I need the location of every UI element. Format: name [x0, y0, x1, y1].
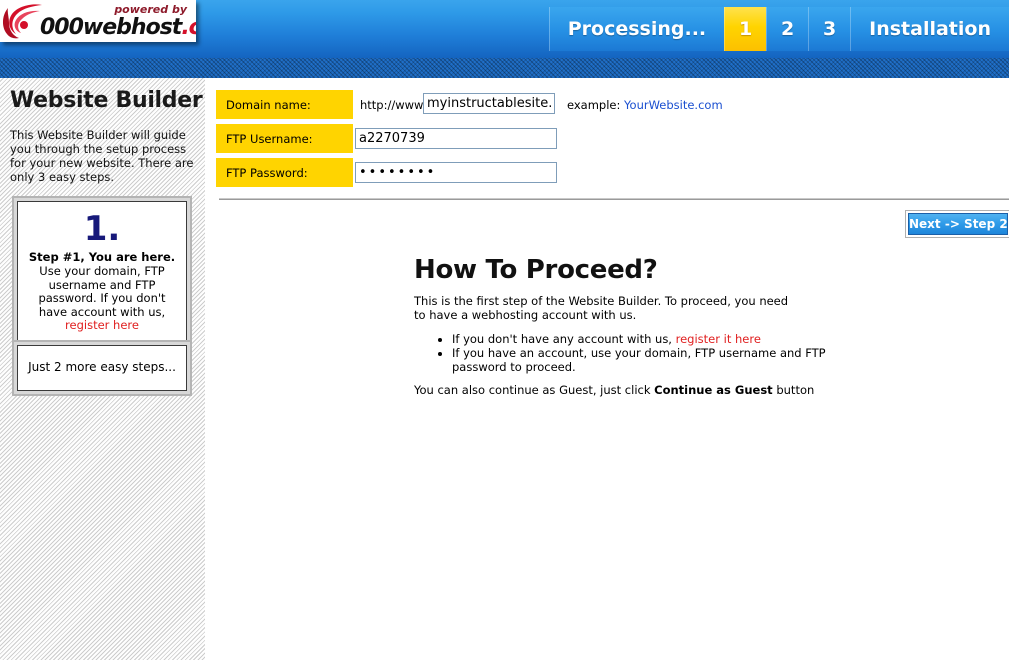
site-logo[interactable]: powered by 000webhost.com: [0, 0, 196, 42]
sidebar-title: Website Builder: [10, 88, 203, 113]
nav-tab-step-1[interactable]: 1: [724, 7, 767, 51]
domain-example-text: example: YourWebsite.com: [567, 98, 723, 112]
step-number: 1.: [83, 209, 121, 249]
nav-tab-processing-label: Processing...: [567, 18, 707, 40]
nav-tab-step-2[interactable]: 2: [766, 7, 809, 51]
domain-name-label: Domain name:: [216, 90, 353, 119]
main-intro-text: This is the first step of the Website Bu…: [414, 294, 789, 322]
domain-example-link[interactable]: YourWebsite.com: [624, 98, 723, 112]
main-outro-before: You can also continue as Guest, just cli…: [414, 383, 655, 397]
nav-tab-installation[interactable]: Installation: [850, 7, 1009, 51]
ftp-password-input[interactable]: [355, 162, 557, 183]
bullet-1-text: If you don't have any account with us,: [452, 332, 676, 346]
nav-tab-step-3-label: 3: [823, 18, 837, 40]
remaining-steps-label: Just 2 more easy steps...: [28, 360, 176, 374]
list-item: If you have an account, use your domain,…: [452, 346, 832, 374]
domain-name-input[interactable]: [423, 93, 555, 114]
register-here-link[interactable]: register here: [65, 318, 139, 332]
logo-brand-text: 000webhost: [40, 15, 182, 40]
logo-brand-tld: .com: [181, 15, 196, 40]
main-outro-after: button: [772, 383, 815, 397]
form-row-domain: Domain name: http://www. example: YourWe…: [216, 90, 723, 119]
nav-tab-step-2-label: 2: [781, 18, 795, 40]
nav-tab-processing[interactable]: Processing...: [548, 7, 725, 51]
register-it-here-link[interactable]: register it here: [676, 332, 761, 346]
sidebar-description: This Website Builder will guide you thro…: [10, 128, 194, 184]
step-heading: Step #1, You are here.: [28, 250, 176, 264]
form-divider: [219, 198, 1009, 200]
main-outro-text: You can also continue as Guest, just cli…: [414, 383, 834, 397]
nav-tab-step-1-label: 1: [739, 18, 753, 40]
list-item: If you don't have any account with us, r…: [452, 332, 832, 346]
header-hatch-band: [0, 58, 1009, 78]
http-prefix-text: http://www.: [360, 98, 427, 112]
main-outro-bold: Continue as Guest: [654, 383, 773, 397]
bullet-2-text: If you have an account, use your domain,…: [452, 346, 826, 374]
next-step-button[interactable]: Next -> Step 2: [908, 213, 1008, 235]
step-body: Use your domain, FTP username and FTP pa…: [24, 264, 180, 333]
form-row-ftp-username: FTP Username:: [216, 124, 716, 153]
step-body-text: Use your domain, FTP username and FTP pa…: [38, 264, 166, 319]
main-bullet-list: If you don't have any account with us, r…: [414, 332, 832, 374]
logo-brand: 000webhost.com: [40, 15, 196, 40]
nav-tab-installation-label: Installation: [869, 18, 991, 40]
current-step-box-inner: 1. Step #1, You are here. Use your domai…: [17, 201, 187, 344]
sidebar: Website Builder This Website Builder wil…: [0, 78, 205, 660]
ftp-username-input[interactable]: [355, 128, 557, 149]
current-step-box: 1. Step #1, You are here. Use your domai…: [12, 196, 192, 349]
ftp-username-label: FTP Username:: [216, 124, 353, 153]
main-heading: How To Proceed?: [414, 255, 658, 285]
form-row-ftp-password: FTP Password:: [216, 158, 716, 187]
progress-nav: Processing... 1 2 3 Installation: [548, 7, 1009, 51]
domain-example-prefix: example:: [567, 98, 625, 112]
remaining-steps-box-inner: Just 2 more easy steps...: [17, 345, 187, 391]
remaining-steps-box: Just 2 more easy steps...: [12, 340, 192, 396]
nav-tab-step-3[interactable]: 3: [808, 7, 851, 51]
page-header: powered by 000webhost.com Processing... …: [0, 0, 1009, 58]
ftp-password-label: FTP Password:: [216, 158, 353, 187]
